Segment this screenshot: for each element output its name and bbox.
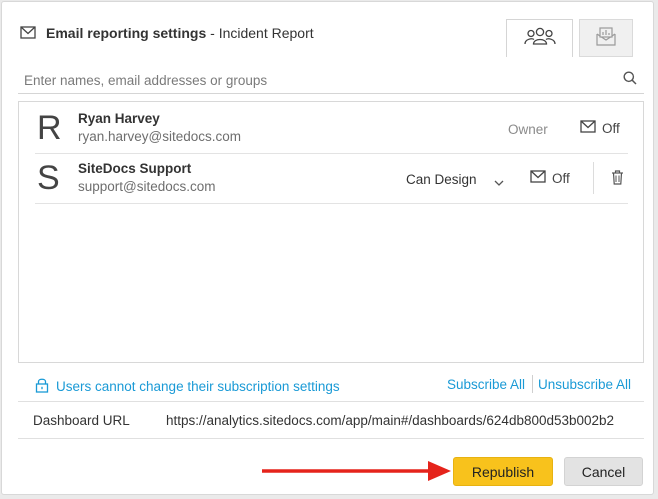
cancel-button[interactable]: Cancel [564, 457, 643, 486]
user-email: ryan.harvey@sitedocs.com [78, 129, 242, 144]
dashboard-url-label: Dashboard URL [33, 413, 130, 428]
email-toggle-label: Off [602, 120, 620, 136]
people-icon [522, 26, 558, 51]
user-role: Owner [508, 122, 548, 137]
subscription-lock-note[interactable]: Users cannot change their subscription s… [35, 377, 340, 396]
search-bar [18, 66, 644, 94]
user-row: R Ryan Harvey ryan.harvey@sitedocs.com O… [35, 104, 628, 154]
envelope-icon [20, 26, 36, 44]
avatar-initial: R [37, 109, 62, 147]
unsubscribe-all-link[interactable]: Unsubscribe All [538, 377, 631, 392]
dialog-subtitle: - Incident Report [210, 25, 314, 41]
email-toggle-label: Off [552, 170, 570, 186]
search-input[interactable] [24, 70, 594, 90]
dialog-title: Email reporting settings - Incident Repo… [46, 25, 314, 41]
subscribe-all-link[interactable]: Subscribe All [447, 377, 525, 392]
dashboard-icon [596, 26, 616, 51]
link-separator [532, 375, 533, 393]
user-name: SiteDocs Support [78, 161, 192, 176]
envelope-icon [580, 120, 596, 136]
republish-button[interactable]: Republish [453, 457, 553, 486]
user-row: S SiteDocs Support support@sitedocs.com … [35, 154, 628, 204]
trash-icon[interactable] [611, 170, 624, 190]
tab-dashboard[interactable] [579, 19, 633, 57]
user-email: support@sitedocs.com [78, 179, 216, 194]
annotation-arrow-icon [260, 460, 452, 487]
tab-people[interactable] [506, 19, 573, 57]
dashboard-url-row: Dashboard URL https://analytics.sitedocs… [18, 401, 644, 439]
user-list: R Ryan Harvey ryan.harvey@sitedocs.com O… [18, 101, 644, 363]
lock-icon [35, 377, 49, 396]
avatar-initial: S [37, 159, 60, 197]
email-toggle[interactable]: Off [580, 120, 620, 136]
envelope-icon [530, 170, 546, 186]
role-dropdown-value: Can Design [406, 172, 477, 187]
lock-note-text: Users cannot change their subscription s… [56, 379, 340, 394]
chevron-down-icon [494, 175, 504, 190]
email-toggle[interactable]: Off [530, 170, 570, 186]
email-reporting-dialog: Email reporting settings - Incident Repo… [1, 1, 654, 495]
user-name: Ryan Harvey [78, 111, 160, 126]
search-icon[interactable] [623, 71, 637, 90]
dashboard-url-value[interactable]: https://analytics.sitedocs.com/app/main#… [166, 413, 628, 428]
divider [593, 162, 594, 194]
dialog-title-main: Email reporting settings [46, 25, 207, 41]
role-dropdown[interactable]: Can Design [406, 172, 504, 187]
